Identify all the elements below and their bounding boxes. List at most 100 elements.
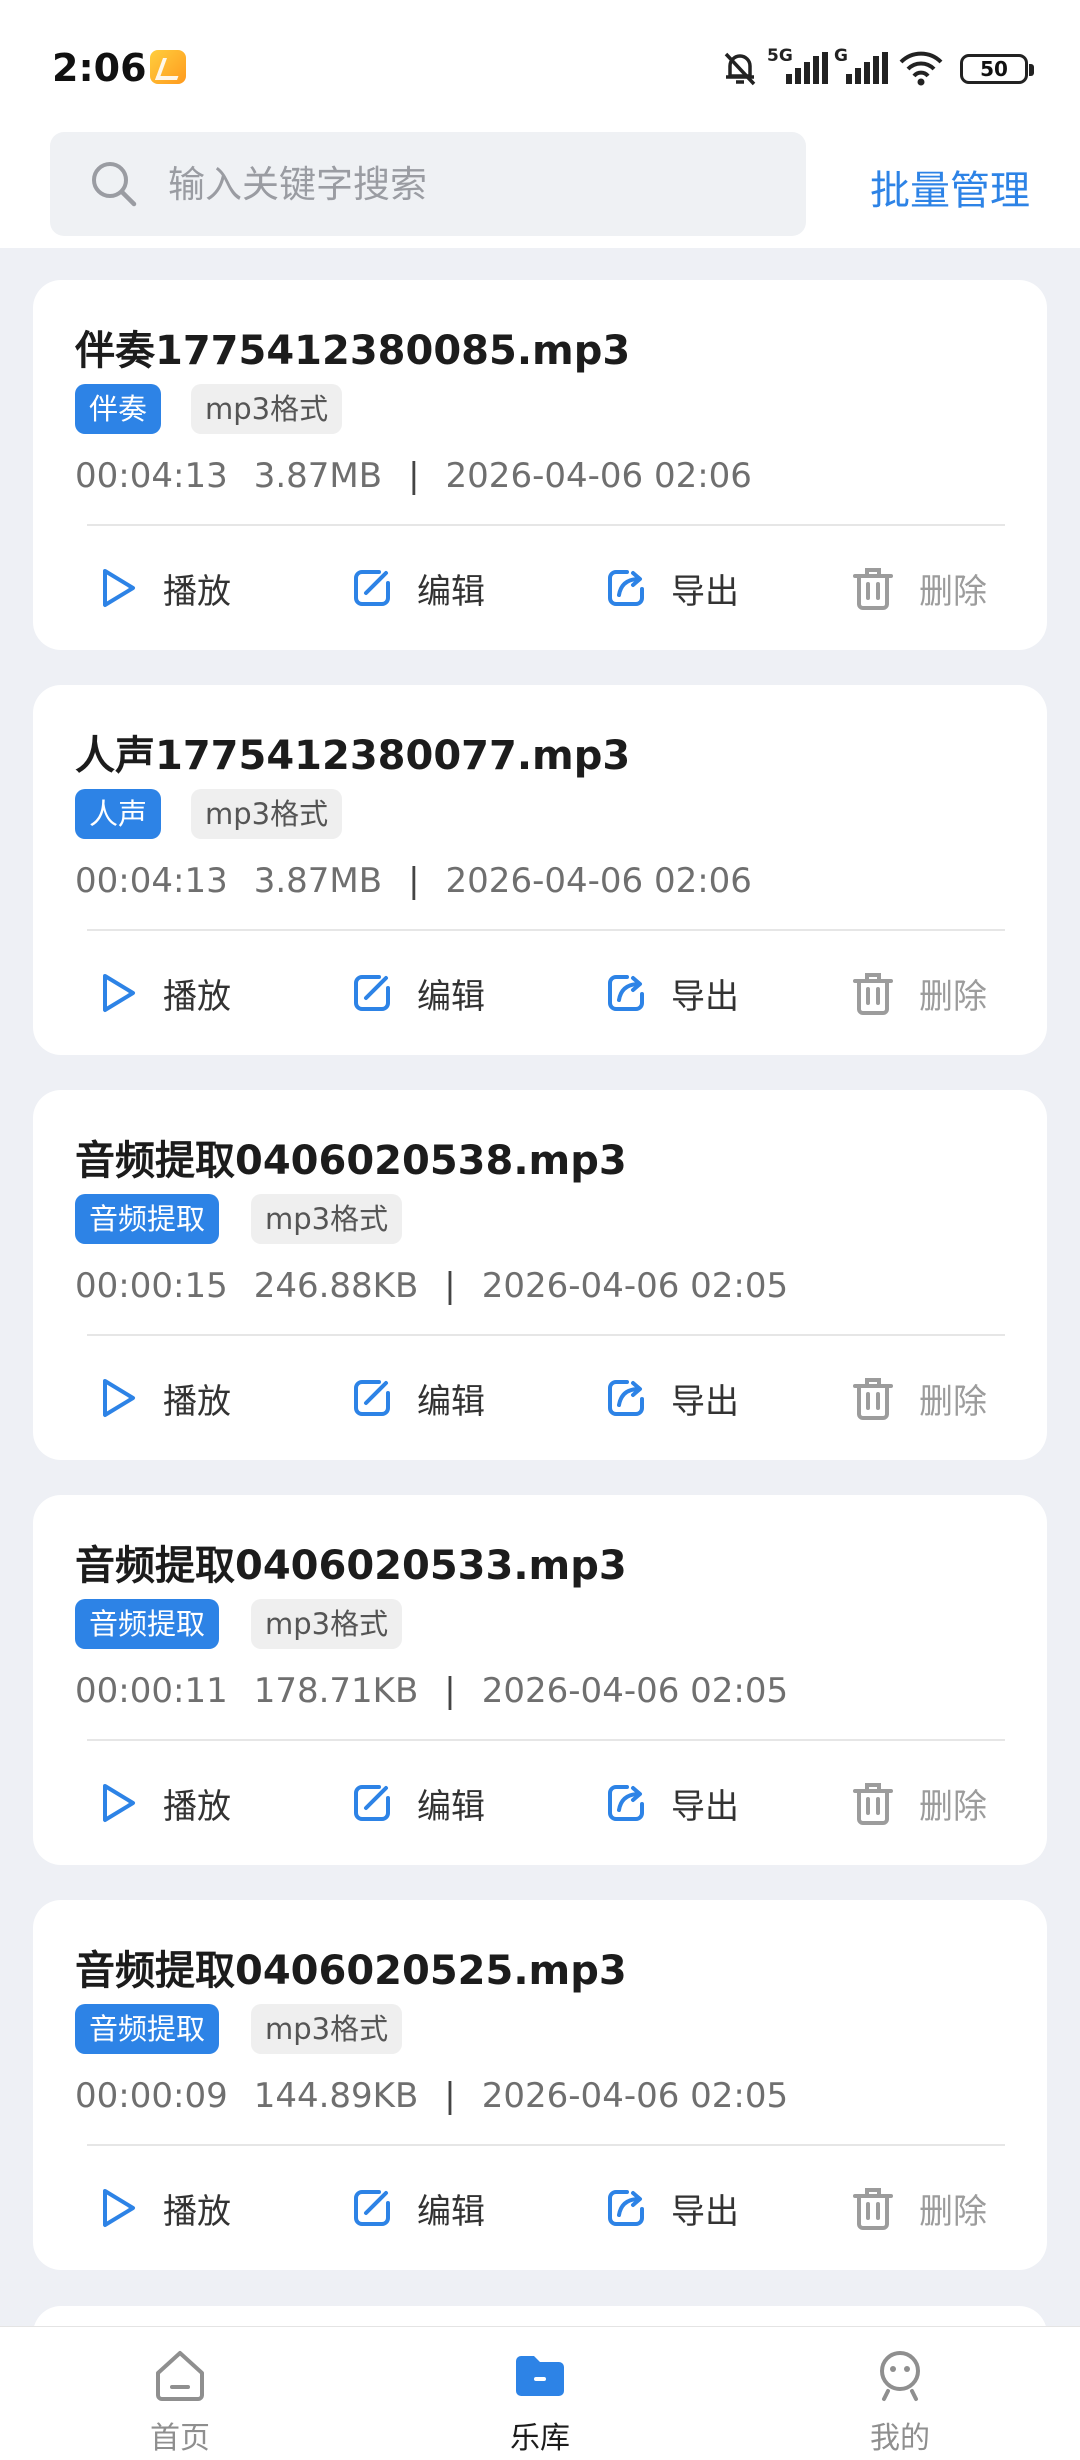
nav-profile[interactable]: 我的 (800, 2327, 1000, 2460)
edit-label: 编辑 (417, 1381, 485, 1422)
item-type-tag: 人声 (75, 789, 162, 839)
nav-home[interactable]: 首页 (80, 2327, 280, 2460)
play-icon (103, 974, 135, 1012)
export-button[interactable]: 导出 (603, 1741, 739, 1865)
meta-separator: | (408, 861, 420, 901)
trash-icon (853, 1378, 893, 1420)
batch-manage-button[interactable]: 批量管理 (870, 158, 1030, 216)
edit-icon (354, 2190, 390, 2226)
edit-label: 编辑 (417, 571, 485, 612)
delete-label: 删除 (919, 571, 987, 612)
battery-indicator: 50 (960, 54, 1034, 84)
mute-bell-icon (724, 52, 756, 86)
play-label: 播放 (163, 571, 231, 612)
edit-label: 编辑 (417, 1786, 485, 1827)
item-duration: 00:00:11 (75, 1671, 228, 1711)
profile-icon (880, 2351, 920, 2401)
list-item[interactable]: 音频提取0406020525.mp3 音频提取 mp3格式 00:00:09 144.8… (33, 1900, 1047, 2270)
item-meta: 00:04:13 3.87MB | 2026-04-06 02:06 (75, 456, 778, 496)
trash-icon (853, 2188, 893, 2230)
export-label: 导出 (671, 2191, 739, 2232)
play-icon (103, 569, 135, 607)
search-icon (92, 162, 137, 207)
item-actions: 播放 编辑 导出 删除 (33, 526, 1047, 650)
edit-button[interactable]: 编辑 (349, 1741, 485, 1865)
item-duration: 00:04:13 (75, 861, 228, 901)
item-title: 音频提取0406020533.mp3 (75, 1543, 627, 1589)
item-date: 2026-04-06 02:05 (481, 2076, 789, 2116)
play-label: 播放 (163, 976, 231, 1017)
edit-label: 编辑 (417, 976, 485, 1017)
item-format-tag: mp3格式 (191, 384, 343, 434)
item-actions: 播放 编辑 导出 删除 (33, 931, 1047, 1055)
home-icon (156, 2351, 204, 2401)
item-date: 2026-04-06 02:06 (445, 456, 752, 496)
list-item[interactable]: 伴奏1775412380085.mp3 伴奏 mp3格式 00:04:13 3.87MB… (33, 280, 1047, 650)
export-icon (608, 2190, 644, 2226)
nav-library[interactable]: 乐库 (440, 2327, 640, 2460)
item-type-tag: 音频提取 (75, 2004, 220, 2054)
play-label: 播放 (163, 2191, 231, 2232)
play-button[interactable]: 播放 (95, 2146, 231, 2270)
item-format-tag: mp3格式 (191, 789, 343, 839)
play-button[interactable]: 播放 (95, 1336, 231, 1460)
item-duration: 00:00:15 (75, 1266, 228, 1306)
status-time: 2:06 (52, 46, 147, 90)
signal-5g-icon (786, 52, 828, 84)
edit-button[interactable]: 编辑 (349, 931, 485, 1055)
export-label: 导出 (671, 571, 739, 612)
delete-button[interactable]: 删除 (849, 2146, 987, 2270)
delete-button[interactable]: 删除 (849, 1336, 987, 1460)
export-button[interactable]: 导出 (603, 526, 739, 650)
trash-icon (853, 568, 893, 610)
item-title: 伴奏1775412380085.mp3 (75, 328, 631, 374)
export-button[interactable]: 导出 (603, 1336, 739, 1460)
play-button[interactable]: 播放 (95, 526, 231, 650)
item-type-tag: 音频提取 (75, 1599, 220, 1649)
play-button[interactable]: 播放 (95, 931, 231, 1055)
nav-profile-label: 我的 (870, 2421, 930, 2456)
bottom-nav: 首页 乐库 我的 (0, 2326, 1080, 2460)
delete-button[interactable]: 删除 (849, 931, 987, 1055)
item-date: 2026-04-06 02:06 (445, 861, 752, 901)
item-meta: 00:04:13 3.87MB | 2026-04-06 02:06 (75, 861, 778, 901)
delete-label: 删除 (919, 976, 987, 1017)
search-bar[interactable] (50, 132, 806, 236)
export-icon (608, 1380, 644, 1416)
item-size: 246.88KB (253, 1266, 419, 1306)
edit-icon (354, 1785, 390, 1821)
export-icon (608, 570, 644, 606)
item-meta: 00:00:11 178.71KB | 2026-04-06 02:05 (75, 1671, 814, 1711)
list-item[interactable]: 音频提取0406020533.mp3 音频提取 mp3格式 00:00:11 178.7… (33, 1495, 1047, 1865)
search-input[interactable] (168, 154, 768, 214)
delete-button[interactable]: 删除 (849, 526, 987, 650)
edit-icon (354, 975, 390, 1011)
meta-separator: | (408, 456, 420, 496)
item-duration: 00:04:13 (75, 456, 228, 496)
item-size: 3.87MB (253, 861, 383, 901)
meta-separator: | (444, 1266, 456, 1306)
delete-label: 删除 (919, 1381, 987, 1422)
item-meta: 00:00:15 246.88KB | 2026-04-06 02:05 (75, 1266, 814, 1306)
play-button[interactable]: 播放 (95, 1741, 231, 1865)
item-format-tag: mp3格式 (251, 2004, 403, 2054)
play-icon (103, 1784, 135, 1822)
item-title: 音频提取0406020525.mp3 (75, 1948, 627, 1994)
edit-button[interactable]: 编辑 (349, 2146, 485, 2270)
export-button[interactable]: 导出 (603, 2146, 739, 2270)
export-label: 导出 (671, 1381, 739, 1422)
list-item[interactable]: 人声1775412380077.mp3 人声 mp3格式 00:04:13 3.87MB… (33, 685, 1047, 1055)
delete-button[interactable]: 删除 (849, 1741, 987, 1865)
item-format-tag: mp3格式 (251, 1194, 403, 1244)
edit-button[interactable]: 编辑 (349, 1336, 485, 1460)
item-format-tag: mp3格式 (251, 1599, 403, 1649)
notes-app-icon (150, 50, 186, 84)
item-actions: 播放 编辑 导出 删除 (33, 2146, 1047, 2270)
edit-label: 编辑 (417, 2191, 485, 2232)
list-item[interactable]: 音频提取0406020538.mp3 音频提取 mp3格式 00:00:15 246.8… (33, 1090, 1047, 1460)
export-button[interactable]: 导出 (603, 931, 739, 1055)
play-label: 播放 (163, 1381, 231, 1422)
play-label: 播放 (163, 1786, 231, 1827)
edit-icon (354, 1380, 390, 1416)
edit-button[interactable]: 编辑 (349, 526, 485, 650)
